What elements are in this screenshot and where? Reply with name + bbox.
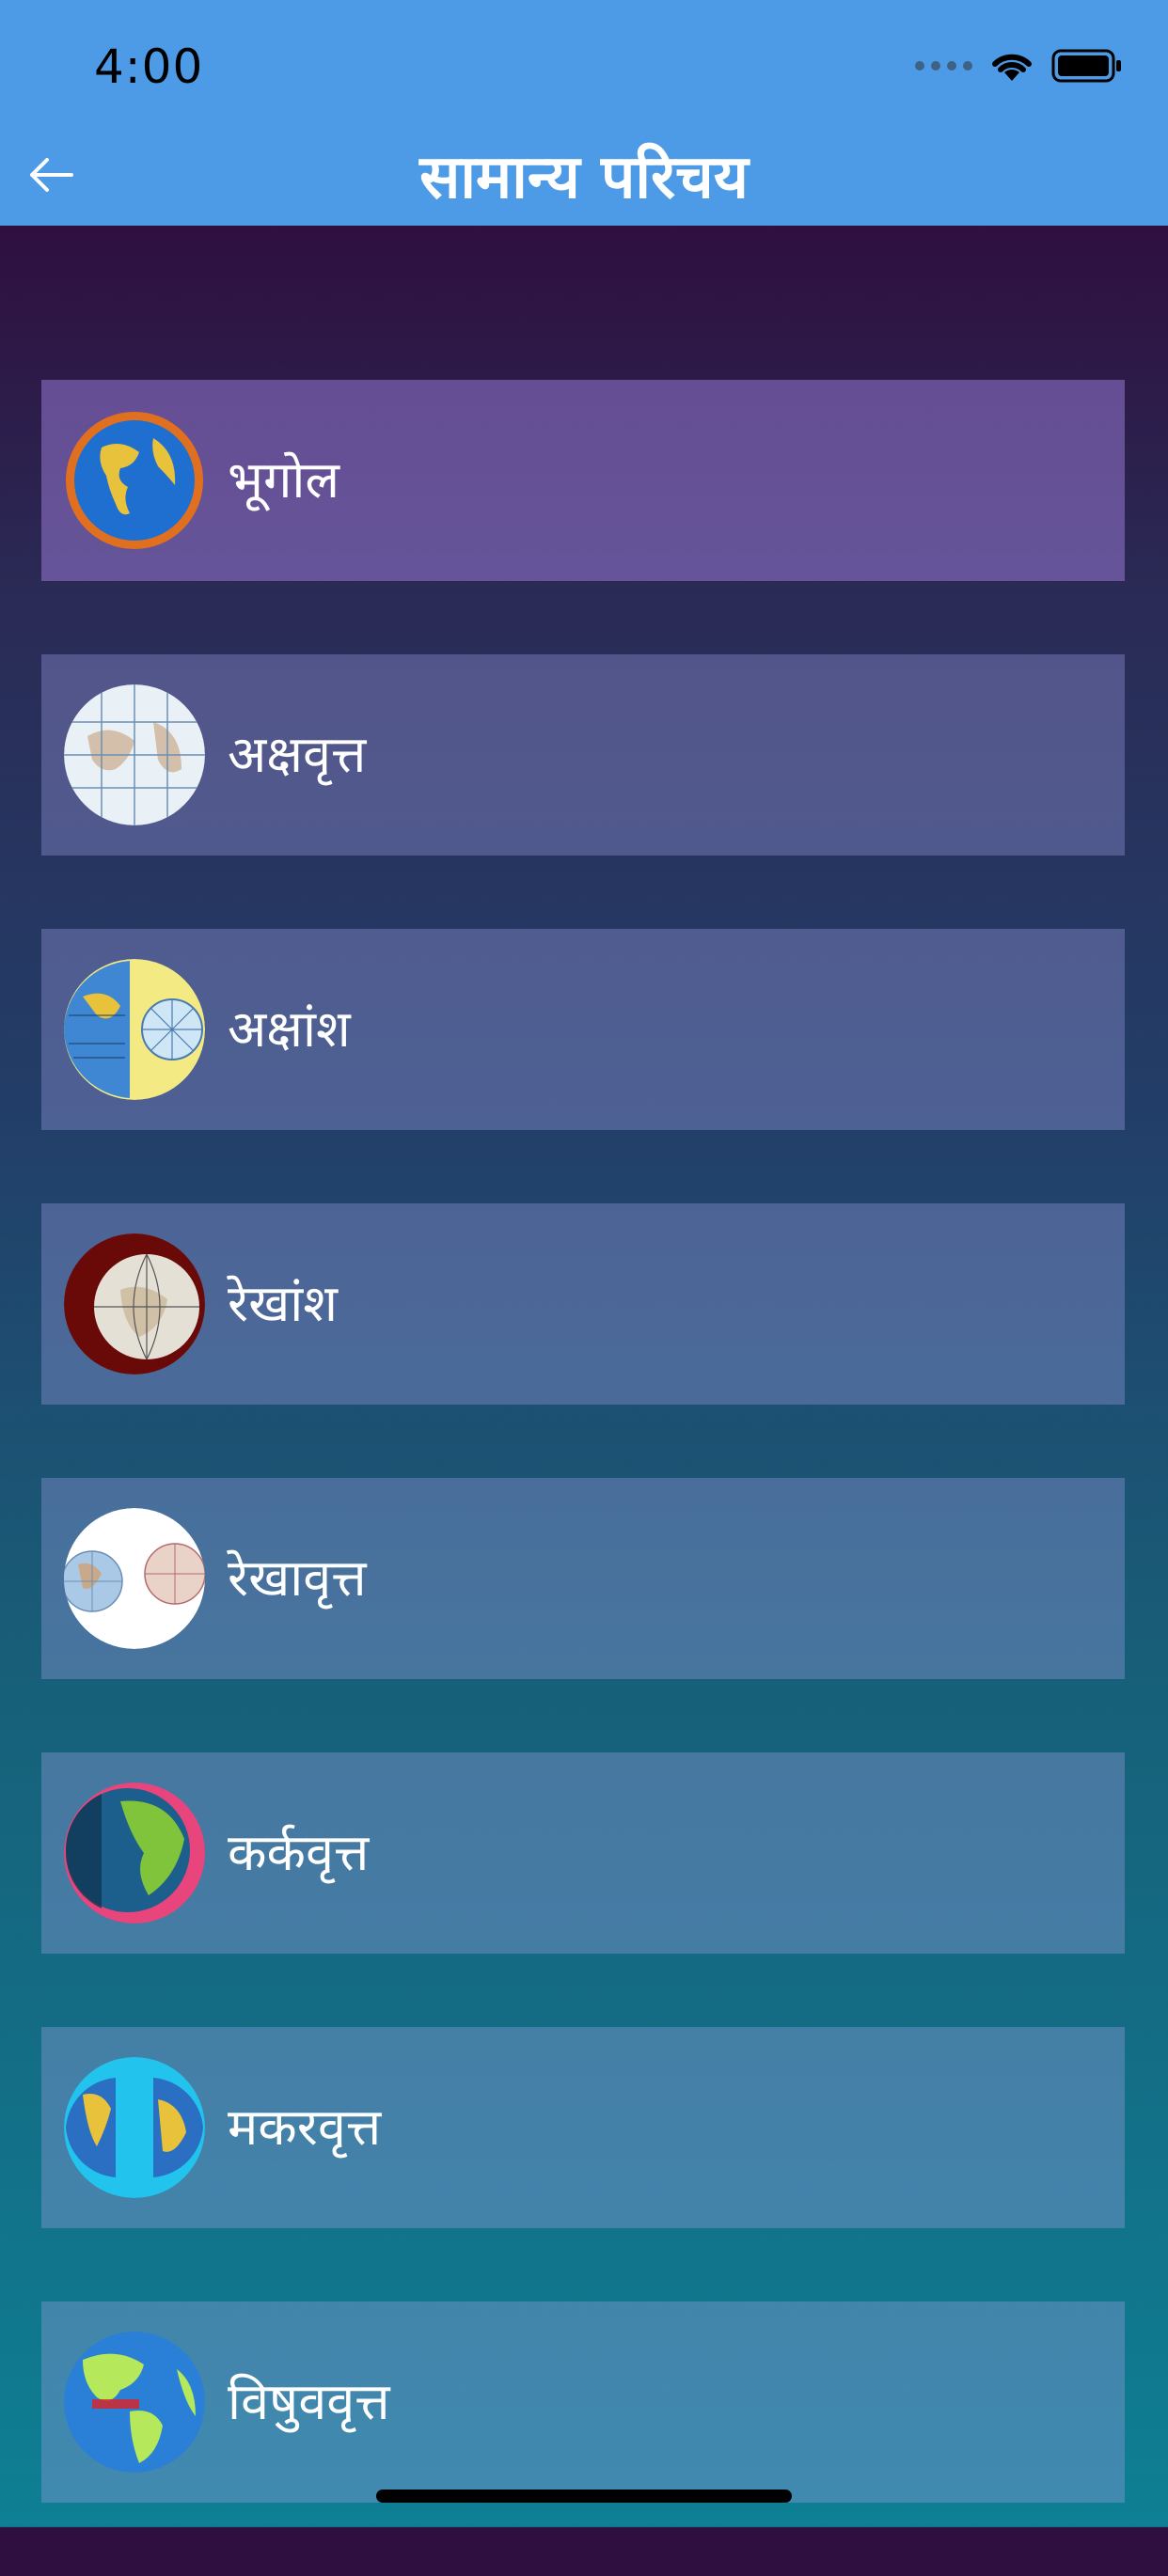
- page-title: सामान्य परिचय: [419, 143, 749, 212]
- cellular-signal-icon: [915, 61, 972, 71]
- latitude-globe-icon: [64, 684, 205, 825]
- item-label: अक्षवृत्त: [228, 725, 367, 784]
- status-time: 4:00: [94, 39, 204, 94]
- home-indicator[interactable]: [376, 2490, 792, 2503]
- app-header: 4:00 सामान्य परिचय: [0, 0, 1168, 226]
- list-item-karkvrutt[interactable]: कर्कवृत्त: [41, 1752, 1125, 1954]
- item-label: मकरवृत्त: [228, 2097, 382, 2157]
- list-item-makarvrutt[interactable]: मकरवृत्त: [41, 2027, 1125, 2228]
- equator-globe-icon: [64, 2332, 205, 2473]
- latitude-diagram-icon: [64, 959, 205, 1100]
- globe-americas-icon: [64, 410, 205, 551]
- list-item-bhugol[interactable]: भूगोल: [41, 380, 1125, 581]
- battery-icon: [1051, 49, 1121, 83]
- meridian-hemispheres-icon: [64, 1508, 205, 1649]
- tropic-of-capricorn-hemispheres-icon: [64, 2057, 205, 2198]
- longitude-globe-icon: [64, 1233, 205, 1374]
- item-label: विषुववृत्त: [228, 2372, 390, 2431]
- item-label: भूगोल: [228, 450, 339, 510]
- item-label: रेखावृत्त: [228, 1548, 367, 1608]
- list-item-vishuvvrutt[interactable]: विषुववृत्त: [41, 2301, 1125, 2503]
- wifi-icon: [992, 54, 1032, 81]
- item-label: रेखांश: [228, 1274, 338, 1333]
- tropic-of-cancer-globe-icon: [64, 1783, 205, 1924]
- item-label: कर्कवृत्त: [228, 1823, 370, 1882]
- item-label: अक्षांश: [228, 999, 351, 1059]
- list-item-rekhavrutt[interactable]: रेखावृत्त: [41, 1478, 1125, 1679]
- list-item-akshvrutt[interactable]: अक्षवृत्त: [41, 654, 1125, 856]
- list-item-akshansh[interactable]: अक्षांश: [41, 929, 1125, 1130]
- topic-list: भूगोल अक्षवृत्त अक्षांश रेखांश रेखावृत्त…: [41, 380, 1125, 2576]
- list-item-rekhansh[interactable]: रेखांश: [41, 1203, 1125, 1405]
- status-icons: [915, 47, 1123, 85]
